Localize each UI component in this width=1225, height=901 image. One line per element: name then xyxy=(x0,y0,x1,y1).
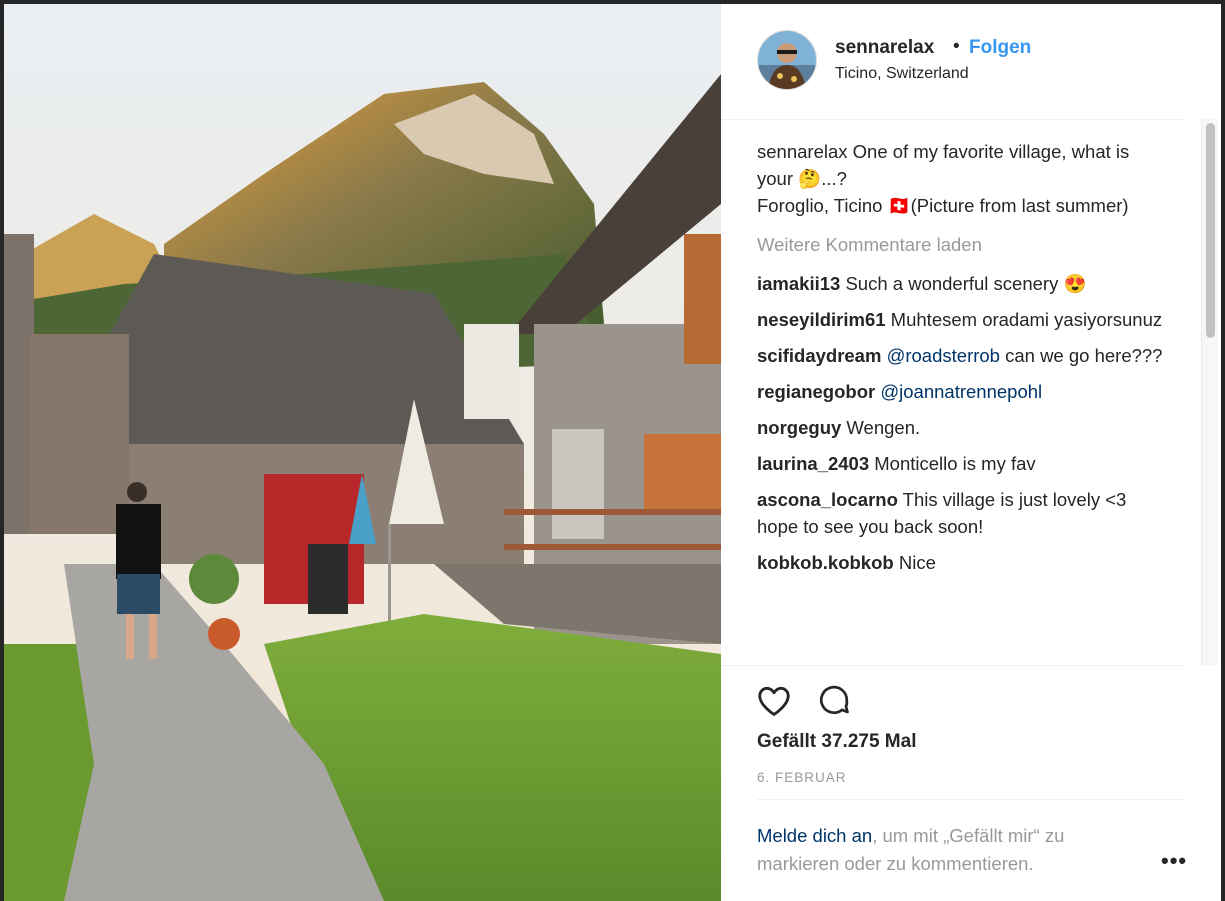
village-photo-image xyxy=(4,4,721,901)
comment-text: Wengen. xyxy=(841,417,921,438)
load-more-comments-link[interactable]: Weitere Kommentare laden xyxy=(757,231,1167,258)
comment-text: Monticello is my fav xyxy=(869,453,1036,474)
comment-username[interactable]: neseyildirim61 xyxy=(757,309,886,330)
comment-item: ascona_locarno This village is just love… xyxy=(757,486,1167,540)
caption-text-2: ...? xyxy=(821,168,847,189)
swiss-flag-emoji: 🇨🇭 xyxy=(887,195,911,216)
comment-text: Muhtesem oradami yasiyorsunuz xyxy=(885,309,1163,330)
login-link[interactable]: Melde dich an xyxy=(757,825,872,846)
separator-dot: • xyxy=(953,36,960,57)
avatar-image xyxy=(758,31,816,89)
comments-list[interactable]: sennarelax One of my favorite village, w… xyxy=(757,138,1167,664)
comment-text: can we go here??? xyxy=(999,345,1163,366)
comment-username[interactable]: iamakii13 xyxy=(757,273,840,294)
follow-button[interactable]: Folgen xyxy=(969,37,1031,59)
comment-username[interactable]: norgeguy xyxy=(757,417,841,438)
divider xyxy=(757,799,1186,800)
divider xyxy=(721,665,1186,666)
comments-scrollbar[interactable] xyxy=(1201,119,1218,665)
thinking-emoji: 🤔 xyxy=(798,168,822,189)
scrollbar-thumb[interactable] xyxy=(1206,123,1215,338)
caption-text-4: (Picture from last summer) xyxy=(910,195,1129,216)
post-caption: sennarelax One of my favorite village, w… xyxy=(757,138,1167,219)
comment-username[interactable]: kobkob.kobkob xyxy=(757,552,894,573)
comment-icon[interactable] xyxy=(816,682,852,718)
post-sidebar: sennarelax • Folgen Ticino, Switzerland … xyxy=(721,4,1221,901)
comment-text: Nice xyxy=(893,552,936,573)
comment-item: scifidaydream @roadsterrob can we go her… xyxy=(757,342,1167,369)
heart-eyes-emoji: 😍 xyxy=(1063,273,1087,294)
more-options-button[interactable]: ••• xyxy=(1161,848,1187,874)
comment-item: laurina_2403 Monticello is my fav xyxy=(757,450,1167,477)
comment-text: Such a wonderful scenery xyxy=(840,273,1064,294)
comment-mention[interactable]: @joannatrennepohl xyxy=(880,381,1042,402)
comment-mention[interactable]: @roadsterrob xyxy=(887,345,1000,366)
comment-username[interactable]: regianegobor xyxy=(757,381,875,402)
caption-username[interactable]: sennarelax xyxy=(757,141,848,162)
heart-icon[interactable] xyxy=(755,682,793,720)
post-location[interactable]: Ticino, Switzerland xyxy=(835,65,969,83)
post-author-username[interactable]: sennarelax xyxy=(835,37,934,59)
comment-item: iamakii13 Such a wonderful scenery 😍 xyxy=(757,270,1167,297)
post-header: sennarelax • Folgen Ticino, Switzerland xyxy=(721,4,1186,120)
comment-item: kobkob.kobkob Nice xyxy=(757,549,1167,576)
comment-username[interactable]: ascona_locarno xyxy=(757,489,898,510)
comment-username[interactable]: scifidaydream xyxy=(757,345,881,366)
likes-count[interactable]: Gefällt 37.275 Mal xyxy=(757,731,916,753)
caption-text-3: Foroglio, Ticino xyxy=(757,195,888,216)
login-prompt: Melde dich an, um mit „Gefällt mir“ zu m… xyxy=(757,822,1137,878)
avatar[interactable] xyxy=(757,30,817,90)
comment-item: norgeguy Wengen. xyxy=(757,414,1167,441)
comment-item: neseyildirim61 Muhtesem oradami yasiyors… xyxy=(757,306,1167,333)
comment-username[interactable]: laurina_2403 xyxy=(757,453,869,474)
post-date[interactable]: 6. FEBRUAR xyxy=(757,770,847,785)
comment-item: regianegobor @joannatrennepohl xyxy=(757,378,1167,405)
post-photo[interactable] xyxy=(4,4,721,901)
